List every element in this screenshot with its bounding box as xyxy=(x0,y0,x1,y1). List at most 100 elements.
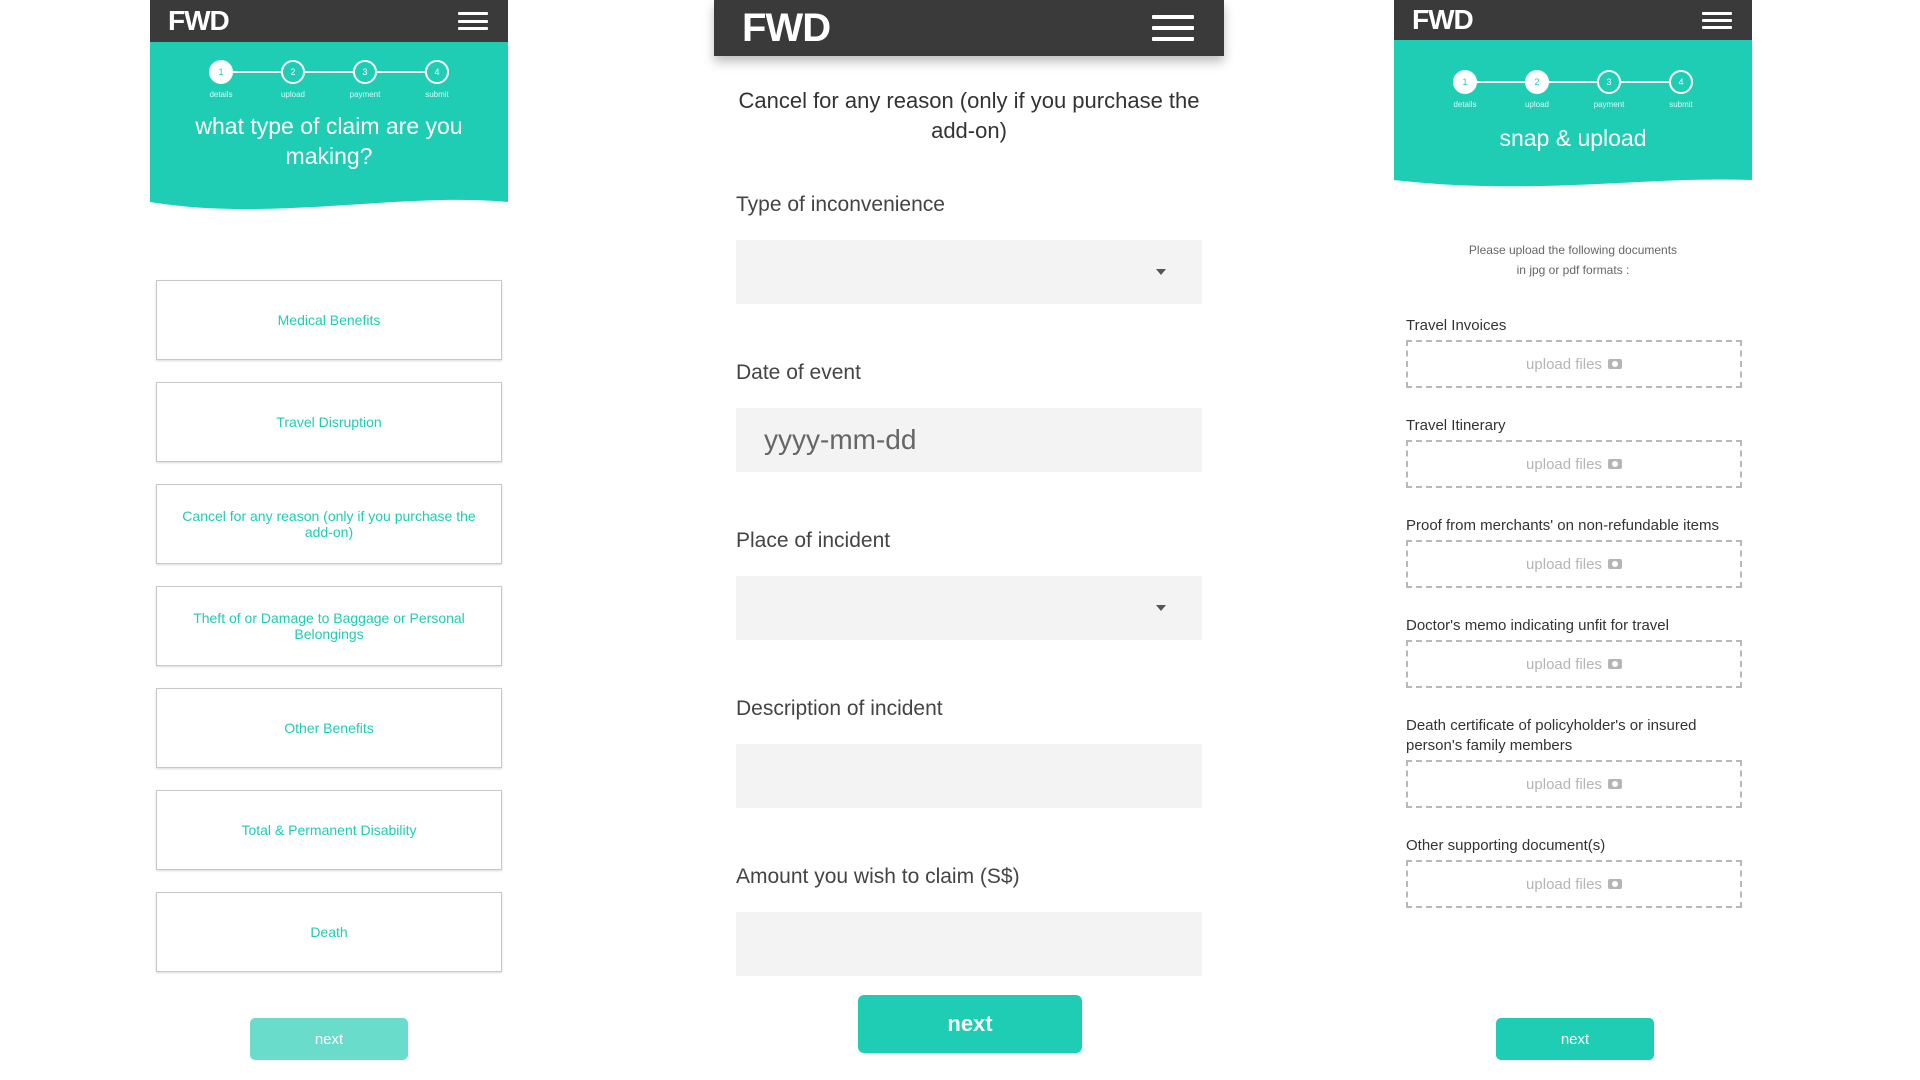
claim-option-cancel-any-reason[interactable]: Cancel for any reason (only if you purch… xyxy=(156,484,502,564)
upload-files-button[interactable]: upload files xyxy=(1406,540,1742,588)
hero-wave-divider xyxy=(150,192,508,210)
progress-hero: 1 2 3 4 details upload payment submit sn… xyxy=(1394,40,1752,176)
step-label-submit: submit xyxy=(1669,100,1693,109)
next-button[interactable]: next xyxy=(1496,1018,1654,1060)
place-of-incident-label: Place of incident xyxy=(736,529,891,552)
upload-files-label: upload files xyxy=(1526,875,1602,893)
app-header: FWD xyxy=(1394,0,1752,40)
app-header: FWD xyxy=(714,0,1224,56)
claim-type-list: Medical Benefits Travel Disruption Cance… xyxy=(156,280,502,994)
step-connector xyxy=(1621,81,1669,83)
upload-files-label: upload files xyxy=(1526,355,1602,373)
description-of-incident-input[interactable] xyxy=(736,744,1202,808)
step-1-indicator: 1 xyxy=(1453,70,1477,94)
upload-item-death-certificate: Death certificate of policyholder's or i… xyxy=(1406,716,1742,808)
claim-option-travel-disruption[interactable]: Travel Disruption xyxy=(156,382,502,462)
step-label-upload: upload xyxy=(280,90,306,99)
camera-icon xyxy=(1607,559,1622,569)
camera-icon xyxy=(1607,779,1622,789)
date-of-event-placeholder: yyyy-mm-dd xyxy=(764,424,917,455)
page-title: Cancel for any reason (only if you purch… xyxy=(738,88,1200,143)
claim-details-screen: FWD Cancel for any reason (only if you p… xyxy=(714,0,1224,1080)
upload-files-button[interactable]: upload files xyxy=(1406,440,1742,488)
page-title: snap & upload xyxy=(1499,125,1647,151)
upload-instructions-text: Please upload the following documents in… xyxy=(1468,243,1678,277)
step-label-payment: payment xyxy=(349,90,381,99)
step-3-indicator: 3 xyxy=(353,60,377,84)
step-connector xyxy=(233,71,281,73)
claim-option-medical-benefits[interactable]: Medical Benefits xyxy=(156,280,502,360)
step-connector xyxy=(1477,81,1525,83)
type-of-inconvenience-label: Type of inconvenience xyxy=(736,193,945,216)
page-title: what type of claim are you making? xyxy=(195,113,463,169)
upload-screen: FWD 1 2 3 4 details upload payment submi… xyxy=(1394,0,1752,1060)
upload-files-label: upload files xyxy=(1526,455,1602,473)
fwd-logo: FWD xyxy=(742,5,831,50)
claim-option-other-benefits[interactable]: Other Benefits xyxy=(156,688,502,768)
upload-instructions: Please upload the following documents in… xyxy=(1394,240,1752,280)
camera-icon xyxy=(1607,359,1622,369)
fwd-logo: FWD xyxy=(1412,4,1474,35)
step-connector xyxy=(1549,81,1597,83)
step-2-indicator: 2 xyxy=(281,60,305,84)
claim-amount-input[interactable] xyxy=(736,912,1202,976)
claim-details-form: Type of inconvenience Date of event yyyy… xyxy=(736,190,1202,1030)
upload-item-merchant-proof: Proof from merchants' on non-refundable … xyxy=(1406,516,1742,588)
step-label-details: details xyxy=(209,90,233,99)
claim-option-total-permanent-disability[interactable]: Total & Permanent Disability xyxy=(156,790,502,870)
upload-item-doctors-memo: Doctor's memo indicating unfit for trave… xyxy=(1406,616,1742,688)
document-label: Proof from merchants' on non-refundable … xyxy=(1406,517,1720,534)
document-label: Other supporting document(s) xyxy=(1406,837,1606,854)
step-4-indicator: 4 xyxy=(1669,70,1693,94)
step-2-indicator: 2 xyxy=(1525,70,1549,94)
document-label: Travel Itinerary xyxy=(1406,417,1506,434)
place-of-incident-select[interactable] xyxy=(736,576,1202,640)
step-label-submit: submit xyxy=(425,90,449,99)
next-button[interactable]: next xyxy=(250,1018,408,1060)
upload-item-travel-itinerary: Travel Itinerary upload files xyxy=(1406,416,1742,488)
camera-icon xyxy=(1607,459,1622,469)
upload-item-travel-invoices: Travel Invoices upload files xyxy=(1406,316,1742,388)
fwd-logo: FWD xyxy=(168,5,230,36)
upload-files-button[interactable]: upload files xyxy=(1406,340,1742,388)
description-of-incident-label: Description of incident xyxy=(736,697,943,720)
step-label-details: details xyxy=(1453,100,1477,109)
step-label-upload: upload xyxy=(1524,100,1550,109)
step-labels: details upload payment submit xyxy=(1394,100,1752,109)
step-connector xyxy=(377,71,425,73)
step-3-indicator: 3 xyxy=(1597,70,1621,94)
hero-wave-divider xyxy=(1394,176,1752,187)
step-labels: details upload payment submit xyxy=(150,90,508,99)
hamburger-menu-icon[interactable] xyxy=(1152,15,1194,41)
progress-stepper: 1 2 3 4 xyxy=(150,60,508,84)
upload-files-label: upload files xyxy=(1526,775,1602,793)
step-1-indicator: 1 xyxy=(209,60,233,84)
type-of-inconvenience-select[interactable] xyxy=(736,240,1202,304)
step-connector xyxy=(305,71,353,73)
upload-files-button[interactable]: upload files xyxy=(1406,760,1742,808)
step-4-indicator: 4 xyxy=(425,60,449,84)
next-button[interactable]: next xyxy=(858,995,1082,1053)
document-label: Travel Invoices xyxy=(1406,317,1507,334)
upload-files-label: upload files xyxy=(1526,555,1602,573)
dropdown-caret-icon xyxy=(1156,605,1166,611)
progress-stepper: 1 2 3 4 xyxy=(1394,70,1752,94)
upload-files-button[interactable]: upload files xyxy=(1406,860,1742,908)
upload-files-label: upload files xyxy=(1526,655,1602,673)
document-label: Death certificate of policyholder's or i… xyxy=(1406,717,1697,754)
progress-hero: 1 2 3 4 details upload payment submit wh… xyxy=(150,42,508,192)
date-of-event-label: Date of event xyxy=(736,361,861,384)
claim-option-baggage-theft-damage[interactable]: Theft of or Damage to Baggage or Persona… xyxy=(156,586,502,666)
document-upload-list: Travel Invoices upload files Travel Itin… xyxy=(1406,316,1742,936)
dropdown-caret-icon xyxy=(1156,269,1166,275)
claim-option-death[interactable]: Death xyxy=(156,892,502,972)
document-label: Doctor's memo indicating unfit for trave… xyxy=(1406,617,1669,634)
claim-type-screen: FWD 1 2 3 4 details upload payment submi… xyxy=(150,0,508,1060)
hamburger-menu-icon[interactable] xyxy=(458,12,488,30)
camera-icon xyxy=(1607,879,1622,889)
claim-amount-label: Amount you wish to claim (S$) xyxy=(736,865,1020,888)
upload-files-button[interactable]: upload files xyxy=(1406,640,1742,688)
camera-icon xyxy=(1607,659,1622,669)
hamburger-menu-icon[interactable] xyxy=(1702,11,1732,29)
date-of-event-input[interactable]: yyyy-mm-dd xyxy=(736,408,1202,472)
